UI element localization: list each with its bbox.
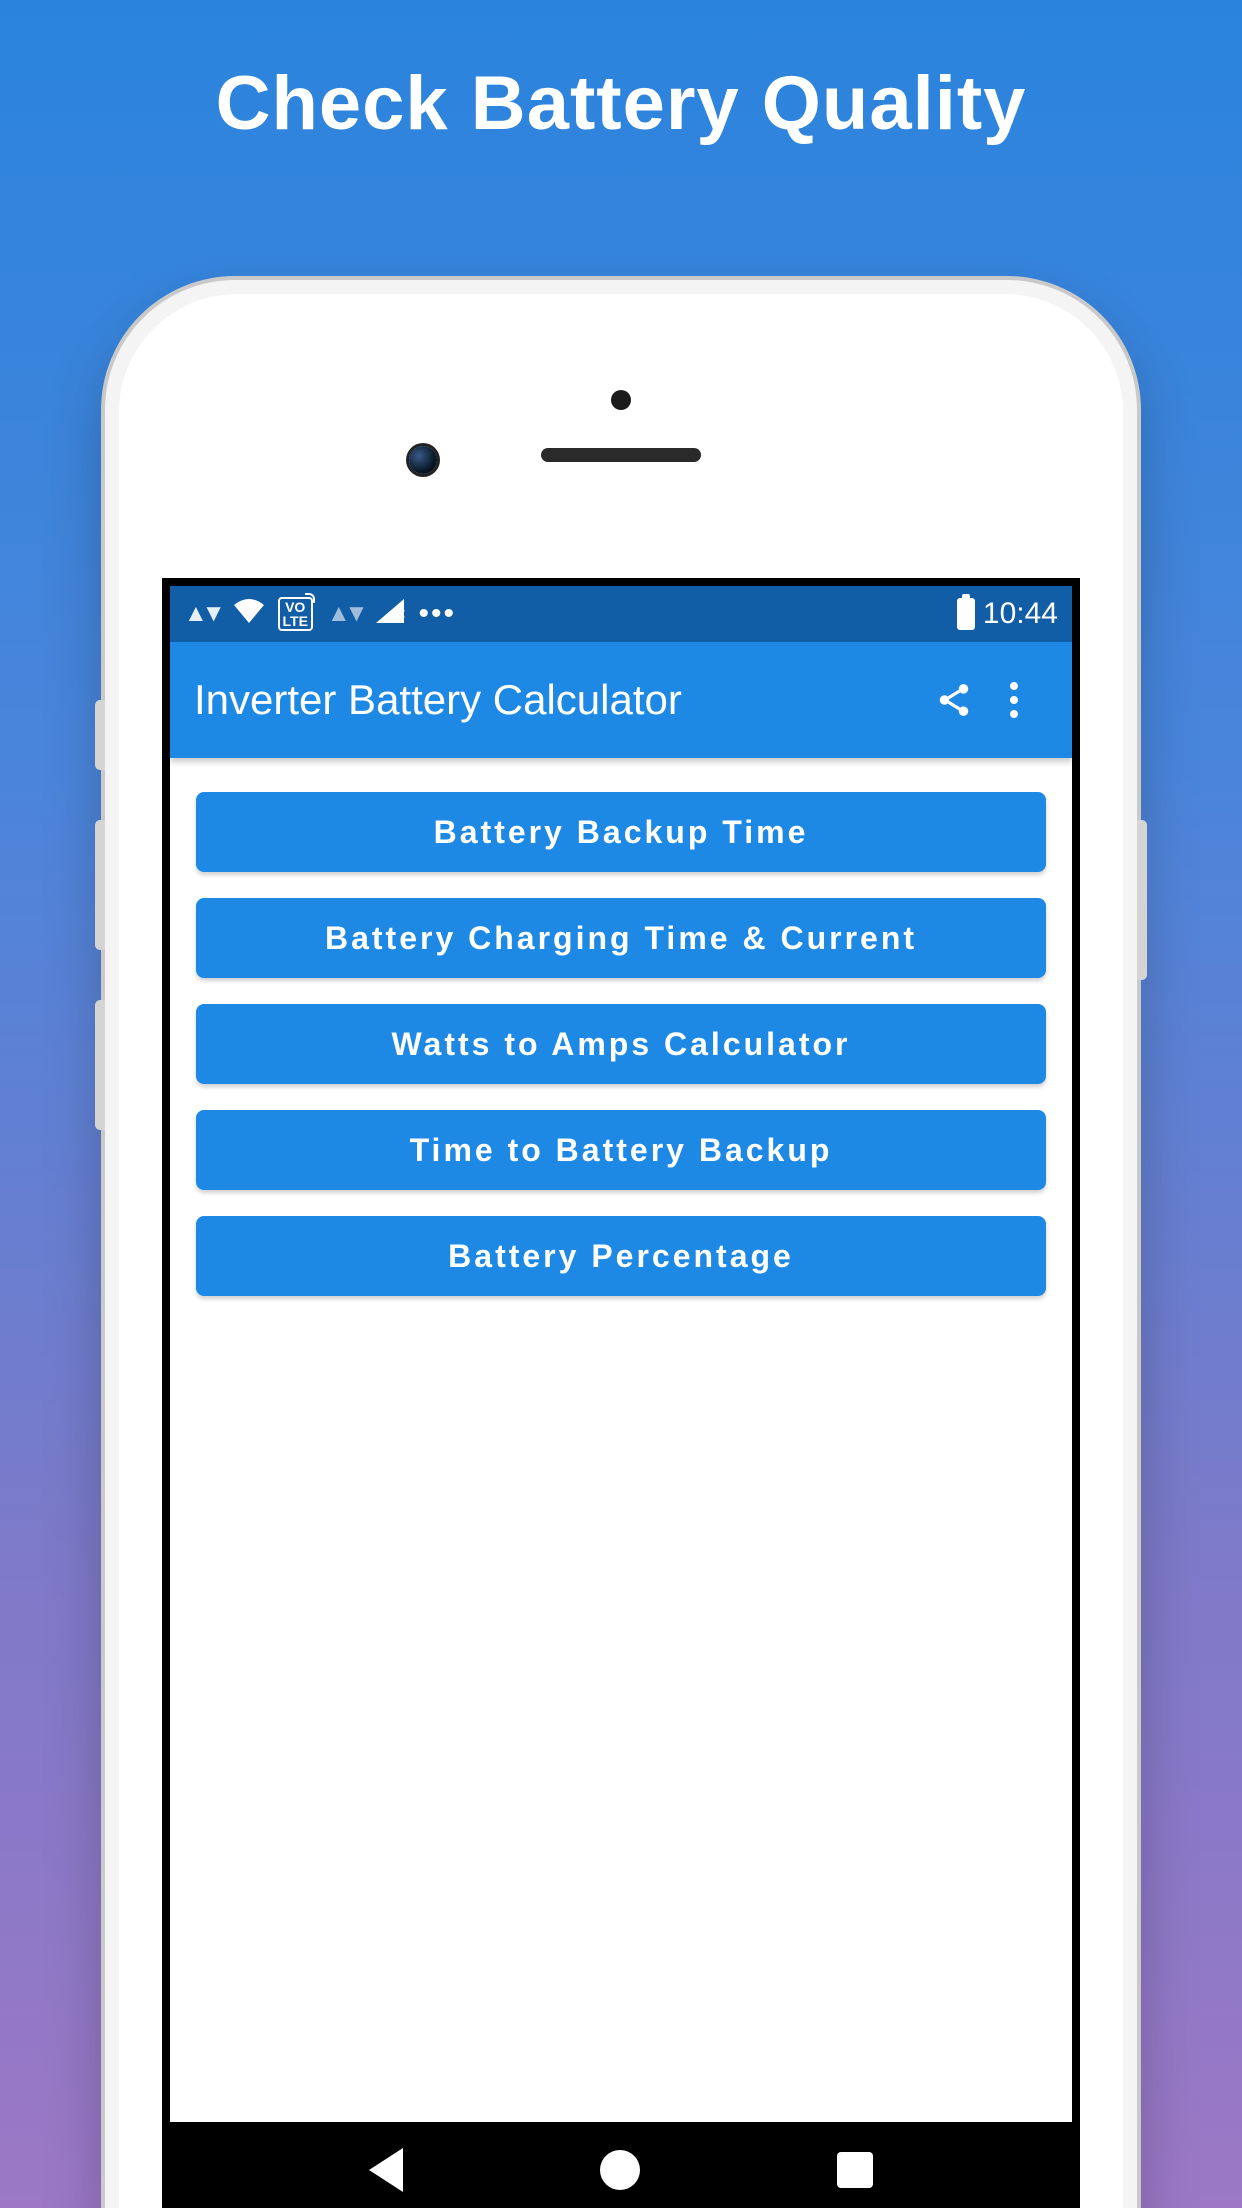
menu-item-watts-to-amps[interactable]: Watts to Amps Calculator [196, 1004, 1046, 1084]
nav-recent-button[interactable] [837, 2152, 873, 2188]
more-status-icon: ••• [418, 597, 456, 631]
menu-item-time-to-backup[interactable]: Time to Battery Backup [196, 1110, 1046, 1190]
menu-item-battery-percentage[interactable]: Battery Percentage [196, 1216, 1046, 1296]
promo-canvas: Check Battery Quality ▲▼ VO LTE ▲▼ [0, 0, 1242, 2208]
menu-item-backup-time[interactable]: Battery Backup Time [196, 792, 1046, 872]
data-arrows-icon: ▲▼ [184, 600, 220, 628]
phone-side-button [95, 1000, 105, 1130]
promo-title: Check Battery Quality [0, 60, 1242, 147]
phone-frame: ▲▼ VO LTE ▲▼ ✕ ••• 10:44 [105, 280, 1137, 2208]
signal-icon: ✕ [376, 597, 404, 631]
phone-side-button [95, 820, 105, 950]
wifi-icon [234, 597, 264, 631]
volte-icon: VO LTE [278, 597, 313, 631]
battery-icon [957, 598, 975, 630]
app-title: Inverter Battery Calculator [194, 676, 924, 724]
status-time: 10:44 [983, 597, 1058, 631]
phone-side-button [1137, 820, 1147, 980]
nav-back-button[interactable] [369, 2148, 403, 2192]
phone-speaker [541, 448, 701, 462]
share-button[interactable] [924, 681, 984, 719]
status-right: 10:44 [957, 597, 1058, 631]
overflow-menu-button[interactable] [984, 681, 1044, 719]
more-vert-icon [1009, 681, 1019, 719]
menu-item-charging-time[interactable]: Battery Charging Time & Current [196, 898, 1046, 978]
phone-camera [409, 446, 437, 474]
share-icon [935, 681, 973, 719]
status-bar: ▲▼ VO LTE ▲▼ ✕ ••• 10:44 [170, 586, 1072, 642]
menu-list: Battery Backup Time Battery Charging Tim… [170, 758, 1072, 1330]
app-bar: Inverter Battery Calculator [170, 642, 1072, 758]
phone-side-button [95, 700, 105, 770]
phone-inner: ▲▼ VO LTE ▲▼ ✕ ••• 10:44 [119, 294, 1123, 2208]
system-nav-bar [170, 2122, 1072, 2208]
status-left: ▲▼ VO LTE ▲▼ ✕ ••• [184, 597, 456, 631]
app-screen: ▲▼ VO LTE ▲▼ ✕ ••• 10:44 [162, 578, 1080, 2208]
nav-home-button[interactable] [600, 2150, 640, 2190]
data-arrows-icon: ▲▼ [327, 600, 363, 628]
phone-sensor [611, 390, 631, 410]
